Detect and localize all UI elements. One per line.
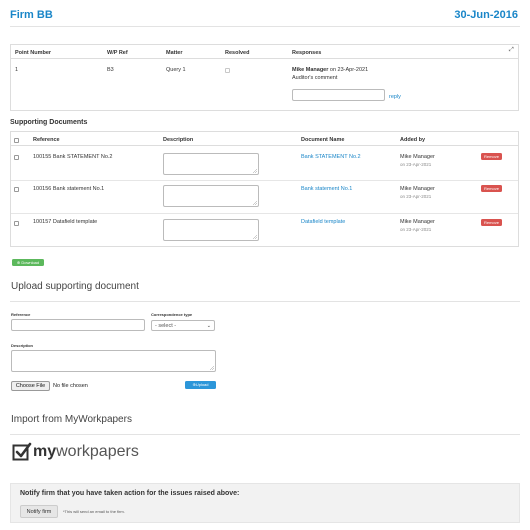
notify-firm-button[interactable]: Notify firm bbox=[20, 505, 58, 518]
upload-divider bbox=[10, 301, 520, 302]
doc-reference: 100155 Bank STATEMENT No.2 bbox=[33, 154, 113, 160]
matter: Query 1 bbox=[166, 67, 186, 73]
resize-grip-icon[interactable] bbox=[253, 235, 257, 239]
points-table bbox=[10, 44, 519, 111]
correspondence-selected: - select - bbox=[155, 323, 177, 329]
select-all-checkbox[interactable] bbox=[14, 138, 19, 143]
remove-button[interactable]: Remove bbox=[481, 153, 502, 160]
resize-grip-icon[interactable] bbox=[253, 201, 257, 205]
period-date: 30-Jun-2016 bbox=[454, 9, 518, 21]
row-divider bbox=[11, 180, 518, 181]
points-header-divider bbox=[11, 58, 518, 59]
col-point-number: Point Number bbox=[15, 50, 52, 56]
doc-reference: 100157 Datafield template bbox=[33, 219, 98, 225]
description-input[interactable] bbox=[11, 350, 216, 372]
doc-reference: 100156 Bank statement No.1 bbox=[33, 186, 105, 192]
reference-label: Reference bbox=[11, 312, 31, 317]
correspondence-type-label: Correspondence type bbox=[151, 312, 193, 317]
doc-description-input[interactable] bbox=[163, 219, 259, 241]
remove-button[interactable]: Remove bbox=[481, 219, 502, 226]
col-added-by: Added by bbox=[400, 137, 426, 143]
reference-input[interactable] bbox=[11, 319, 145, 331]
row-divider bbox=[11, 213, 518, 214]
doc-added-by: Mike Manager bbox=[400, 219, 435, 225]
import-title: Import from MyWorkpapers bbox=[11, 414, 132, 425]
col-resolved: Resolved bbox=[225, 50, 250, 56]
import-divider bbox=[10, 434, 520, 435]
header-divider bbox=[10, 26, 520, 27]
logo-light: workpapers bbox=[56, 443, 139, 460]
col-description: Description bbox=[163, 137, 194, 143]
no-file-text: No file chosen bbox=[53, 383, 88, 389]
remove-button[interactable]: Remove bbox=[481, 185, 502, 192]
myworkpapers-checkbox-icon bbox=[12, 442, 32, 462]
doc-added-by: Mike Manager bbox=[400, 186, 435, 192]
doc-added-on: on 23-Apr-2021 bbox=[400, 227, 432, 232]
notify-panel bbox=[10, 483, 520, 523]
doc-name-link[interactable]: Datafield template bbox=[301, 219, 345, 225]
resize-grip-icon[interactable] bbox=[253, 169, 257, 173]
resize-grip-icon[interactable] bbox=[210, 366, 214, 370]
doc-name-link[interactable]: Bank statement No.1 bbox=[301, 186, 352, 192]
col-wp-ref: W/P Ref bbox=[107, 50, 128, 56]
response-author: Mike Manager bbox=[292, 67, 329, 73]
description-label: Description bbox=[11, 343, 34, 348]
logo-bold: my bbox=[33, 443, 57, 460]
supporting-documents-title: Supporting Documents bbox=[10, 119, 88, 126]
response-date: on 23-Apr-2021 bbox=[329, 67, 369, 73]
upload-title: Upload supporting document bbox=[11, 281, 139, 292]
firm-title: Firm BB bbox=[10, 9, 53, 21]
doc-name-link[interactable]: Bank STATEMENT No.2 bbox=[301, 154, 361, 160]
resolved-checkbox[interactable] bbox=[225, 68, 230, 73]
upload-button[interactable]: ⊕Upload bbox=[185, 381, 216, 389]
download-button[interactable]: ⊕ Download bbox=[12, 259, 44, 266]
response-comment: Auditor's comment bbox=[292, 75, 338, 81]
doc-added-on: on 23-Apr-2021 bbox=[400, 194, 432, 199]
myworkpapers-logo[interactable]: myworkpapers bbox=[33, 442, 139, 462]
col-reference: Reference bbox=[33, 137, 60, 143]
row-checkbox[interactable] bbox=[14, 187, 19, 192]
download-label: Download bbox=[21, 260, 40, 265]
chevron-down-icon: ⌄ bbox=[206, 323, 211, 329]
col-matter: Matter bbox=[166, 50, 183, 56]
expand-icon[interactable]: ⤢ bbox=[509, 47, 514, 54]
notify-title: Notify firm that you have taken action f… bbox=[20, 490, 240, 497]
point-number: 1 bbox=[15, 67, 19, 73]
upload-label: Upload bbox=[195, 382, 209, 387]
doc-description-input[interactable] bbox=[163, 185, 259, 207]
col-responses: Responses bbox=[292, 50, 322, 56]
row-checkbox[interactable] bbox=[14, 221, 19, 226]
wp-ref: B3 bbox=[107, 67, 114, 73]
doc-added-by: Mike Manager bbox=[400, 154, 435, 160]
doc-added-on: on 23-Apr-2021 bbox=[400, 162, 432, 167]
reply-link[interactable]: reply bbox=[389, 94, 401, 100]
download-icon: ⊕ bbox=[16, 260, 21, 265]
row-checkbox[interactable] bbox=[14, 155, 19, 160]
choose-file-button[interactable]: Choose File bbox=[11, 381, 50, 391]
doc-description-input[interactable] bbox=[163, 153, 259, 175]
notify-note: *This will send an email to the firm. bbox=[63, 509, 125, 514]
response-meta: Mike Manager on 23-Apr-2021 bbox=[292, 67, 368, 73]
correspondence-type-select[interactable]: - select - ⌄ bbox=[151, 320, 215, 331]
reply-input[interactable] bbox=[292, 89, 385, 101]
documents-header-divider bbox=[11, 145, 518, 146]
col-document-name: Document Name bbox=[301, 137, 345, 143]
